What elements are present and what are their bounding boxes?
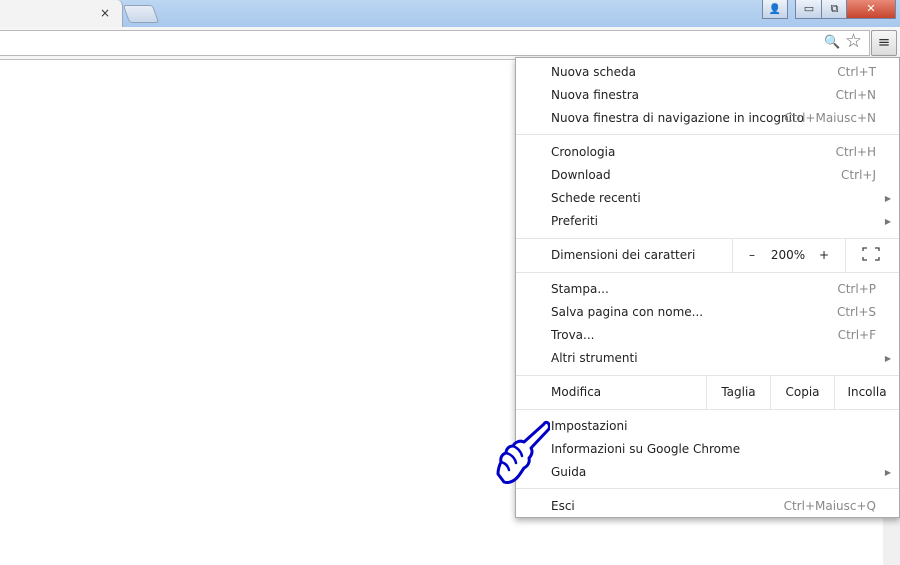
bookmark-star-icon[interactable]: ☆	[845, 31, 862, 51]
restore-button[interactable]: ⧉	[821, 0, 848, 19]
pointing-hand-icon	[496, 420, 550, 484]
fullscreen-button[interactable]	[862, 247, 880, 261]
menu-item-recent-tabs[interactable]: Schede recenti ▶	[516, 187, 899, 210]
menu-separator	[516, 409, 899, 410]
browser-toolbar: 🔍 ☆ ≡	[0, 27, 900, 60]
copy-button[interactable]: Copia	[771, 376, 834, 409]
zoom-in-button[interactable]: +	[814, 244, 834, 267]
menu-item-find[interactable]: Trova... Ctrl+F	[516, 324, 899, 347]
menu-item-shortcut: Ctrl+S	[836, 305, 876, 319]
menu-separator	[845, 239, 846, 273]
menu-item-save-as[interactable]: Salva pagina con nome... Ctrl+S	[516, 301, 899, 324]
minimize-icon: ▭	[803, 2, 815, 15]
menu-item-downloads[interactable]: Download Ctrl+J	[516, 164, 899, 187]
menu-item-label: Trova...	[551, 328, 595, 342]
user-profile-button[interactable]: 👤	[762, 0, 788, 19]
zoom-level-value: 200%	[770, 248, 806, 262]
menu-item-label: Nuova finestra di navigazione in incogni…	[551, 111, 804, 125]
menu-item-label: Preferiti	[551, 214, 598, 228]
menu-separator	[516, 488, 899, 489]
menu-item-shortcut: Ctrl+Maiusc+N	[784, 111, 876, 125]
menu-separator	[516, 238, 899, 239]
menu-item-shortcut: Ctrl+P	[837, 282, 876, 296]
menu-item-label: Cronologia	[551, 145, 616, 159]
menu-item-shortcut: Ctrl+Maiusc+Q	[783, 499, 876, 513]
address-bar[interactable]	[0, 30, 870, 56]
cut-button[interactable]: Taglia	[707, 376, 770, 409]
chrome-menu-button[interactable]: ≡	[871, 30, 897, 56]
menu-item-label: Impostazioni	[551, 419, 628, 433]
submenu-arrow-icon: ▶	[884, 354, 891, 363]
menu-item-history[interactable]: Cronologia Ctrl+H	[516, 141, 899, 164]
new-tab-button[interactable]	[122, 5, 160, 23]
menu-item-exit[interactable]: Esci Ctrl+Maiusc+Q	[516, 495, 899, 518]
menu-item-shortcut: Ctrl+H	[835, 145, 876, 159]
menu-item-label: Nuova scheda	[551, 65, 637, 79]
zoom-icon[interactable]: 🔍	[824, 33, 840, 53]
menu-item-label: Esci	[551, 499, 575, 513]
menu-item-label: Nuova finestra	[551, 88, 639, 102]
menu-item-bookmarks[interactable]: Preferiti ▶	[516, 210, 899, 233]
menu-separator	[516, 134, 899, 135]
submenu-arrow-icon: ▶	[884, 468, 891, 477]
menu-item-incognito[interactable]: Nuova finestra di navigazione in incogni…	[516, 107, 899, 130]
menu-item-shortcut: Ctrl+T	[837, 65, 876, 79]
restore-icon: ⧉	[830, 2, 839, 15]
minimize-button[interactable]: ▭	[795, 0, 823, 19]
submenu-arrow-icon: ▶	[884, 194, 891, 203]
menu-item-more-tools[interactable]: Altri strumenti ▶	[516, 347, 899, 370]
chrome-menu: Nuova scheda Ctrl+T Nuova finestra Ctrl+…	[515, 57, 900, 518]
menu-item-help[interactable]: Guida ▶	[516, 461, 899, 484]
paste-button[interactable]: Incolla	[835, 376, 899, 409]
menu-item-about[interactable]: Informazioni su Google Chrome	[516, 438, 899, 461]
menu-item-label: Schede recenti	[551, 191, 641, 205]
menu-separator	[516, 272, 899, 273]
fullscreen-icon	[862, 247, 880, 261]
menu-item-label: Salva pagina con nome...	[551, 305, 704, 319]
menu-item-print[interactable]: Stampa... Ctrl+P	[516, 278, 899, 301]
menu-item-label: Altri strumenti	[551, 351, 638, 365]
menu-item-label: Download	[551, 168, 611, 182]
menu-item-label: Informazioni su Google Chrome	[551, 442, 741, 456]
menu-item-shortcut: Ctrl+F	[837, 328, 876, 342]
close-icon: ✕	[866, 2, 876, 15]
browser-tab[interactable]: ×	[0, 0, 123, 27]
menu-item-settings[interactable]: Impostazioni	[516, 415, 899, 438]
menu-row-zoom: Dimensioni dei caratteri	[516, 244, 899, 267]
menu-item-label: Guida	[551, 465, 587, 479]
menu-item-shortcut: Ctrl+N	[835, 88, 876, 102]
menu-item-shortcut: Ctrl+J	[841, 168, 876, 182]
zoom-label: Dimensioni dei caratteri	[551, 248, 696, 262]
menu-separator	[732, 239, 733, 273]
zoom-out-button[interactable]: –	[742, 244, 762, 267]
menu-item-new-window[interactable]: Nuova finestra Ctrl+N	[516, 84, 899, 107]
hamburger-icon: ≡	[877, 33, 891, 51]
user-icon: 👤	[768, 4, 782, 15]
menu-item-label: Stampa...	[551, 282, 609, 296]
close-window-button[interactable]: ✕	[846, 0, 896, 19]
menu-item-new-tab[interactable]: Nuova scheda Ctrl+T	[516, 61, 899, 84]
tab-close-icon[interactable]: ×	[100, 5, 110, 21]
title-bar: × 👤 ▭ ⧉ ✕	[0, 0, 900, 27]
edit-label: Modifica	[551, 385, 602, 399]
submenu-arrow-icon: ▶	[884, 217, 891, 226]
